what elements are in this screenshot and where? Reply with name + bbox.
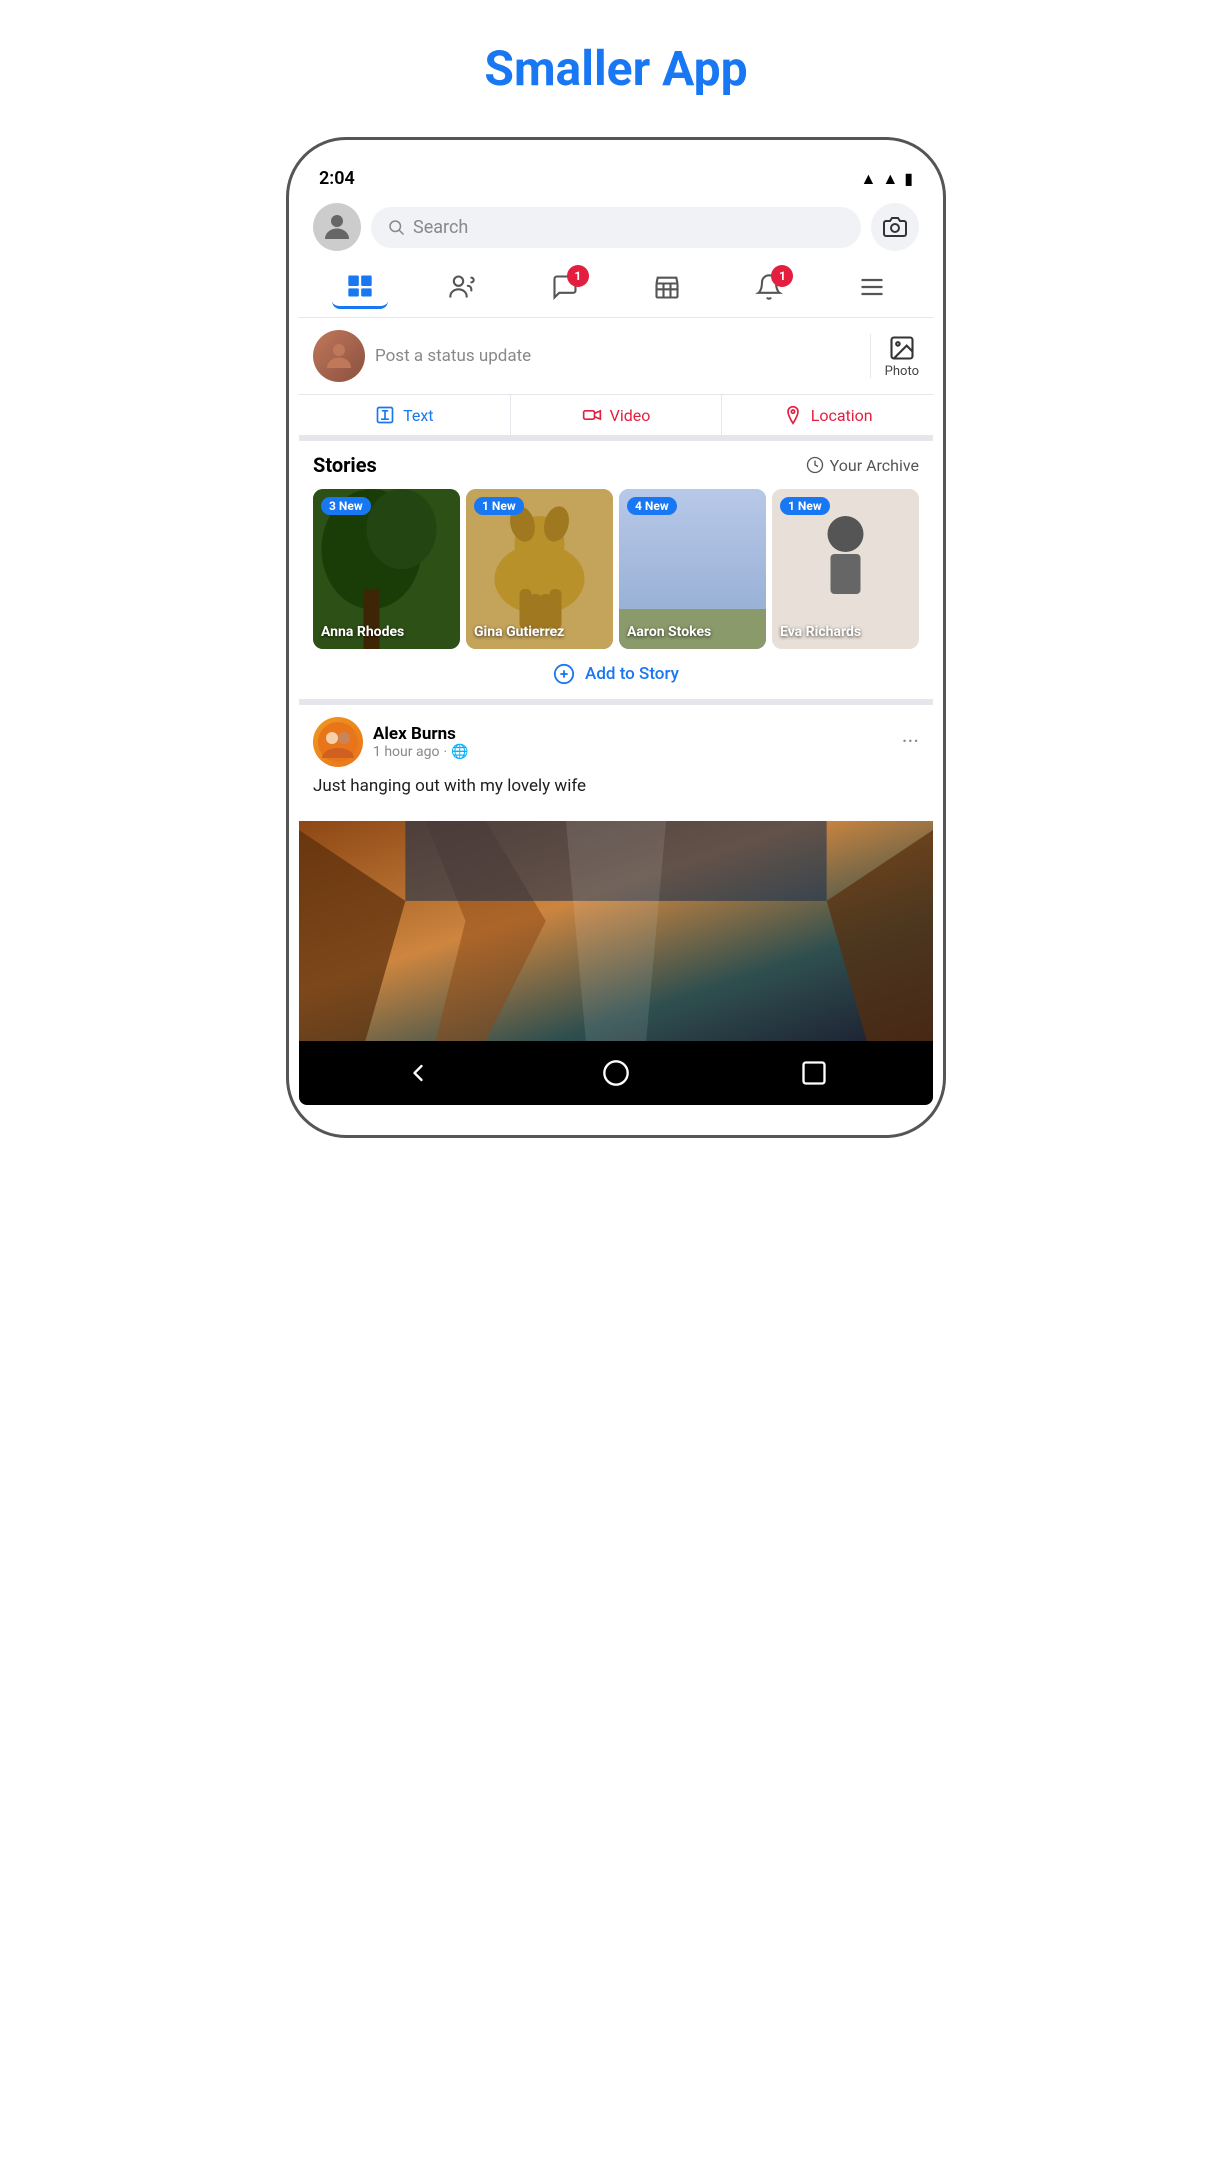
- post-status-area: Post a status update Photo: [299, 318, 933, 395]
- add-story-button[interactable]: Add to Story: [299, 649, 933, 705]
- recents-button[interactable]: [796, 1055, 832, 1091]
- marketplace-icon: [653, 273, 681, 301]
- phone-frame: 2:04 ▲ ▲ ▮ Search: [286, 137, 946, 1138]
- notifications-badge: 1: [771, 265, 793, 287]
- story-badge-anna: 3 New: [321, 497, 371, 515]
- search-bar[interactable]: Search: [371, 207, 861, 248]
- stories-section: Stories Your Archive: [299, 441, 933, 649]
- nav-icons-bar: 1 1: [299, 257, 933, 318]
- post-image-visual: [299, 821, 933, 1041]
- post-text: Just hanging out with my lovely wife: [313, 775, 919, 799]
- photo-icon: [888, 334, 916, 362]
- post-status-input[interactable]: Post a status update: [375, 346, 856, 366]
- text-label: Text: [403, 406, 433, 425]
- nav-friends[interactable]: [434, 265, 490, 309]
- archive-label: Your Archive: [830, 456, 919, 475]
- post-author-avatar-image: [318, 722, 358, 762]
- post-more-button[interactable]: ···: [902, 730, 919, 755]
- post-author-name: Alex Burns: [373, 724, 469, 744]
- post-dot: ·: [443, 744, 447, 760]
- search-icon: [387, 218, 405, 236]
- nav-menu[interactable]: [844, 265, 900, 309]
- story-name-eva: Eva Richards: [780, 624, 861, 641]
- messages-badge: 1: [567, 265, 589, 287]
- your-archive-button[interactable]: Your Archive: [806, 456, 919, 475]
- video-icon: [582, 405, 602, 425]
- feed-icon: [346, 272, 374, 300]
- user-avatar-icon: [321, 338, 357, 374]
- camera-button[interactable]: [871, 203, 919, 251]
- nav-feed[interactable]: [332, 265, 388, 309]
- status-bar: 2:04 ▲ ▲ ▮: [299, 160, 933, 197]
- nav-marketplace[interactable]: [639, 265, 695, 309]
- post-card: Alex Burns 1 hour ago · 🌐 ··· Just hangi…: [299, 705, 933, 821]
- status-time: 2:04: [319, 168, 355, 189]
- search-placeholder: Search: [413, 217, 468, 238]
- post-time: 1 hour ago: [373, 744, 439, 760]
- add-story-icon: [553, 663, 575, 685]
- wifi-icon: ▲: [861, 169, 877, 189]
- story-badge-eva: 1 New: [780, 497, 830, 515]
- home-button[interactable]: [598, 1055, 634, 1091]
- profile-avatar[interactable]: [313, 203, 361, 251]
- stories-title: Stories: [313, 453, 377, 477]
- recents-icon: [800, 1059, 828, 1087]
- video-label: Video: [610, 406, 651, 425]
- camera-icon: [883, 215, 907, 239]
- post-actions-bar: Text Video Location: [299, 395, 933, 441]
- post-privacy-icon: 🌐: [451, 744, 468, 760]
- post-divider: [870, 334, 871, 378]
- top-nav: Search: [299, 197, 933, 257]
- story-card-gina[interactable]: 1 New Gina Gutierrez: [466, 489, 613, 649]
- add-story-label: Add to Story: [585, 664, 679, 684]
- bottom-nav: [299, 1041, 933, 1105]
- user-post-avatar: [313, 330, 365, 382]
- nav-messages[interactable]: 1: [537, 265, 593, 309]
- photo-label: Photo: [885, 364, 919, 379]
- phone-screen: 2:04 ▲ ▲ ▮ Search: [299, 160, 933, 1105]
- battery-icon: ▮: [904, 169, 913, 188]
- user-icon: [319, 209, 355, 245]
- nav-notifications[interactable]: 1: [741, 265, 797, 309]
- archive-icon: [806, 456, 824, 474]
- story-name-aaron: Aaron Stokes: [627, 624, 711, 641]
- location-label: Location: [811, 406, 873, 425]
- story-card-aaron[interactable]: 4 New Aaron Stokes: [619, 489, 766, 649]
- text-icon: [375, 405, 395, 425]
- post-user-info: Alex Burns 1 hour ago · 🌐: [313, 717, 469, 767]
- photo-button[interactable]: Photo: [885, 334, 919, 379]
- home-icon: [602, 1059, 630, 1087]
- post-image: [299, 821, 933, 1041]
- back-button[interactable]: [400, 1055, 436, 1091]
- menu-icon: [858, 273, 886, 301]
- text-action[interactable]: Text: [299, 395, 511, 435]
- status-icons: ▲ ▲ ▮: [861, 169, 914, 189]
- location-icon: [783, 405, 803, 425]
- post-header: Alex Burns 1 hour ago · 🌐 ···: [313, 717, 919, 767]
- location-action[interactable]: Location: [722, 395, 933, 435]
- story-badge-gina: 1 New: [474, 497, 524, 515]
- post-meta: 1 hour ago · 🌐: [373, 744, 469, 760]
- friends-icon: [448, 273, 476, 301]
- back-icon: [404, 1059, 432, 1087]
- post-user-details: Alex Burns 1 hour ago · 🌐: [373, 724, 469, 760]
- stories-header: Stories Your Archive: [313, 453, 919, 477]
- stories-grid: 3 New Anna Rhodes: [313, 489, 919, 649]
- story-name-anna: Anna Rhodes: [321, 624, 404, 641]
- story-badge-aaron: 4 New: [627, 497, 677, 515]
- signal-icon: ▲: [882, 169, 898, 189]
- story-card-anna[interactable]: 3 New Anna Rhodes: [313, 489, 460, 649]
- story-name-gina: Gina Gutierrez: [474, 624, 564, 641]
- video-action[interactable]: Video: [511, 395, 723, 435]
- app-title: Smaller App: [484, 40, 747, 97]
- post-author-avatar[interactable]: [313, 717, 363, 767]
- story-card-eva[interactable]: 1 New Eva Richards: [772, 489, 919, 649]
